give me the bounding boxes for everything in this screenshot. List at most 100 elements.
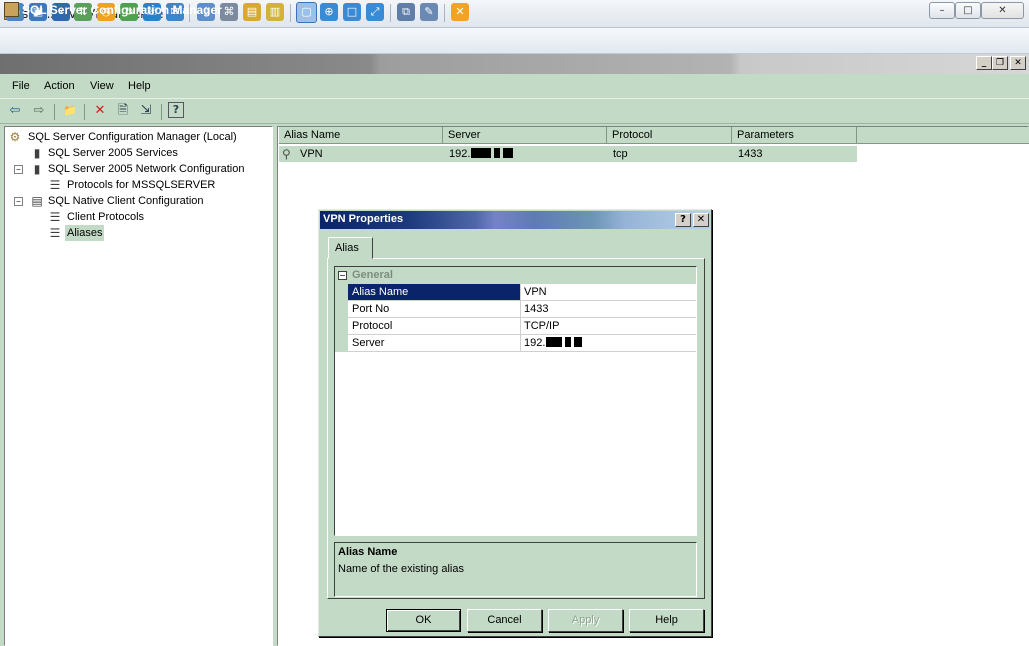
category-collapse-icon[interactable]: − (338, 271, 347, 280)
up-folder-icon[interactable]: 📁 (61, 102, 79, 120)
tree-item-label: Client Protocols (67, 211, 145, 223)
dialog-help-button[interactable]: ? (675, 213, 691, 227)
tree-item-protocols-mssqlserver[interactable]: ☰ Protocols for MSSQLSERVER (8, 177, 270, 193)
list-row-vpn[interactable]: ⚲ VPN 192. tcp 1433 (279, 146, 857, 162)
toolbar-separator (290, 4, 291, 22)
menu-help[interactable]: Help (128, 80, 151, 92)
toolbar-separator (84, 104, 85, 120)
tab-alias[interactable]: Alias (328, 237, 373, 259)
window-icon[interactable]: □ (343, 3, 361, 21)
collapse-toggle-icon[interactable]: − (14, 165, 23, 174)
grid-margin (335, 318, 348, 335)
property-grid: − General Alias Name VPN Port No 1433 Pr… (334, 266, 697, 536)
redacted-block (565, 337, 572, 347)
property-description-pane: Alias Name Name of the existing alias (334, 542, 697, 597)
export-list-icon[interactable]: ⇲ (137, 102, 155, 120)
tree-item-label: Aliases (65, 225, 105, 241)
cancel-button[interactable]: Cancel (467, 609, 542, 632)
redacted-block (494, 148, 501, 158)
mmc-close-button[interactable]: ✕ (1010, 56, 1026, 70)
property-label: Alias Name (348, 284, 521, 300)
network-server-icon: ▮ (33, 162, 41, 176)
grid-margin (335, 284, 348, 301)
property-value[interactable]: VPN (522, 284, 695, 300)
property-value[interactable]: 1433 (522, 301, 695, 317)
copy-icon[interactable]: ⧉ (397, 3, 415, 21)
scale-icon[interactable]: ⤢ (366, 3, 384, 21)
dialog-titlebar[interactable]: VPN Properties ? ✕ (320, 211, 710, 229)
apply-button[interactable]: Apply (548, 609, 623, 632)
lock-icon[interactable]: ▤ (243, 3, 261, 21)
ok-button[interactable]: OK (386, 609, 461, 632)
mmc-title: SQL Server Configuration Manager (22, 3, 222, 17)
menu-view[interactable]: View (90, 80, 114, 92)
fullscreen-icon[interactable]: ▢ (296, 2, 317, 23)
client-computer-icon: ▤ (31, 194, 43, 208)
network-icon[interactable]: ⌘ (220, 3, 238, 21)
column-header-protocol[interactable]: Protocol (607, 127, 732, 144)
tree-item-aliases[interactable]: ☰ Aliases (8, 225, 270, 241)
tree-item-label: SQL Server 2005 Services (48, 147, 178, 159)
sql-config-icon: ⚙ (9, 130, 21, 144)
property-row-alias-name[interactable]: Alias Name VPN (348, 284, 696, 301)
back-arrow-icon[interactable]: ⇦ (6, 102, 24, 120)
property-label: Server (348, 335, 521, 351)
property-category-general[interactable]: − General (335, 267, 696, 284)
category-label: General (352, 269, 393, 281)
tab-panel: − General Alias Name VPN Port No 1433 Pr… (327, 258, 705, 599)
toolbar-separator (390, 4, 391, 22)
lock-open-icon[interactable]: ▥ (266, 3, 284, 21)
toolbar-separator (161, 104, 162, 120)
property-value[interactable]: 192. (522, 335, 695, 351)
mmc-minimize-button[interactable]: _ (976, 56, 992, 70)
tree-item-native-client[interactable]: − ▤ SQL Native Client Configuration (8, 193, 270, 209)
property-row-server[interactable]: Server 192. (348, 335, 696, 352)
cell-protocol: tcp (613, 148, 628, 160)
mmc-titlebar (0, 54, 1029, 74)
grid-margin (335, 335, 348, 352)
server-value-prefix: 192. (524, 337, 546, 349)
outer-toolbar (0, 28, 1029, 54)
menu-file[interactable]: File (12, 80, 30, 92)
column-header-alias-name[interactable]: Alias Name (279, 127, 443, 144)
redacted-block (503, 148, 514, 158)
column-header-server[interactable]: Server (443, 127, 607, 144)
description-title: Alias Name (338, 546, 398, 558)
delete-icon[interactable]: ✕ (91, 102, 109, 120)
toolbar-separator (444, 4, 445, 22)
tools-icon[interactable]: ✎ (420, 3, 438, 21)
cell-alias-name: VPN (300, 148, 323, 160)
console-tree: ⚙ SQL Server Configuration Manager (Loca… (4, 126, 273, 646)
menu-bar (0, 76, 1029, 98)
tree-item-root[interactable]: ⚙ SQL Server Configuration Manager (Loca… (8, 129, 270, 145)
sql-config-manager-icon (4, 2, 19, 17)
fit-icon[interactable]: ⊕ (320, 3, 338, 21)
help-button[interactable]: Help (629, 609, 704, 632)
tree-item-label: Protocols for MSSQLSERVER (67, 179, 216, 191)
collapse-toggle-icon[interactable]: − (14, 197, 23, 206)
minimize-button[interactable]: – (929, 2, 955, 19)
vpn-properties-dialog: VPN Properties ? ✕ Alias − General Alias… (318, 209, 712, 637)
server-icon: ▮ (33, 146, 41, 160)
toolbar-separator (54, 104, 55, 120)
tree-item-network-config[interactable]: − ▮ SQL Server 2005 Network Configuratio… (8, 161, 270, 177)
forward-arrow-icon[interactable]: ⇨ (30, 102, 48, 120)
column-header-parameters[interactable]: Parameters (732, 127, 857, 144)
disconnect-icon[interactable]: ✕ (451, 3, 469, 21)
property-row-port-no[interactable]: Port No 1433 (348, 301, 696, 318)
dialog-close-button[interactable]: ✕ (693, 213, 709, 227)
description-text: Name of the existing alias (338, 563, 464, 575)
tree-item-label: SQL Server 2005 Network Configuration (48, 163, 245, 175)
maximize-button[interactable]: □ (955, 2, 981, 19)
close-button[interactable]: ✕ (981, 2, 1024, 19)
tree-item-services[interactable]: ▮ SQL Server 2005 Services (8, 145, 270, 161)
properties-icon[interactable]: 🗎 (114, 102, 132, 120)
tree-item-client-protocols[interactable]: ☰ Client Protocols (8, 209, 270, 225)
help-icon[interactable]: ? (168, 102, 184, 118)
property-row-protocol[interactable]: Protocol TCP/IP (348, 318, 696, 335)
tree-item-label: SQL Server Configuration Manager (Local) (28, 131, 237, 143)
mmc-restore-button[interactable]: ❐ (992, 56, 1008, 70)
property-value[interactable]: TCP/IP (522, 318, 695, 334)
dialog-title: VPN Properties (323, 213, 404, 225)
menu-action[interactable]: Action (44, 80, 75, 92)
